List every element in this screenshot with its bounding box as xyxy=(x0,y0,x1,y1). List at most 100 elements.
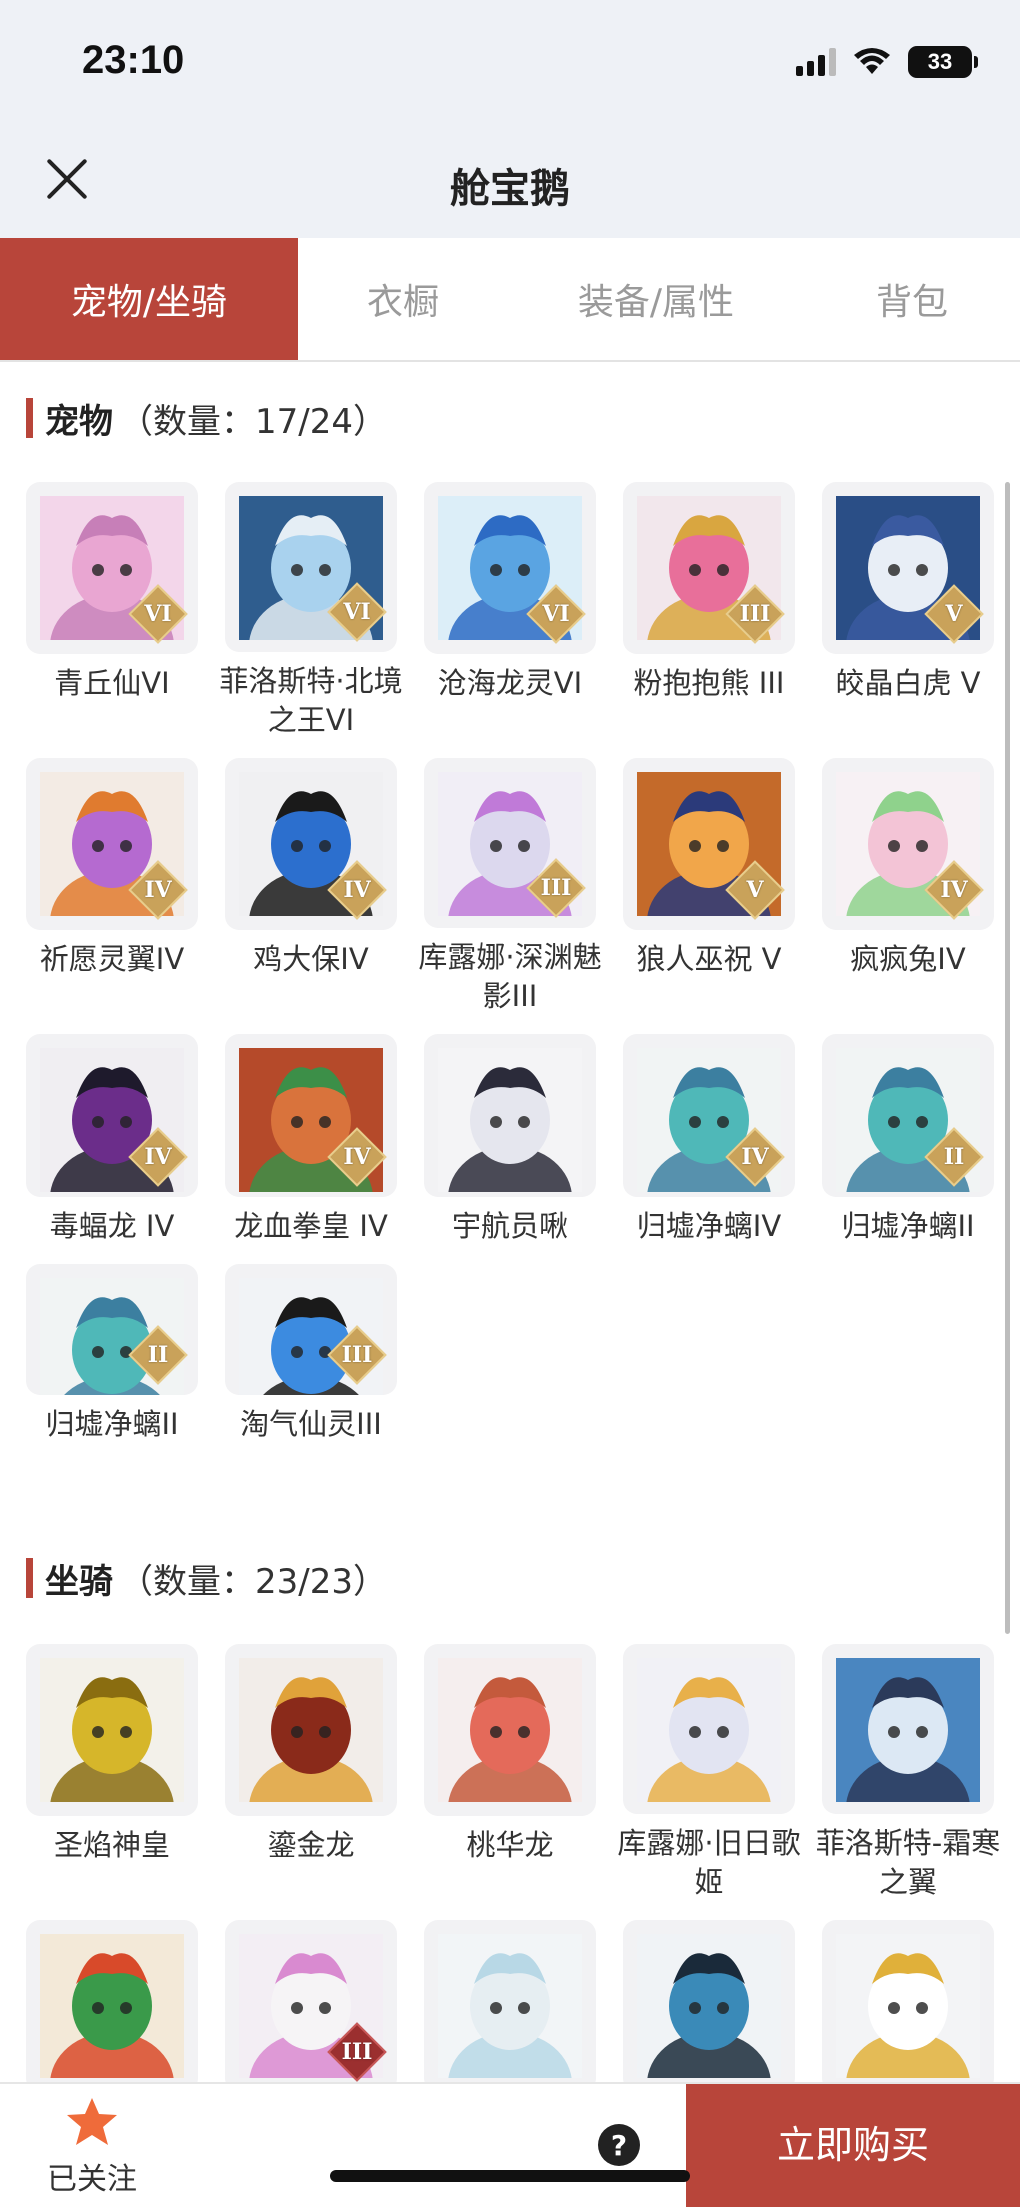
follow-label: 已关注 xyxy=(47,2162,137,2197)
pet-item[interactable]: IV 鸡大保IV xyxy=(225,758,397,1016)
level-badge: VI xyxy=(132,588,184,640)
tab-backpack[interactable]: 背包 xyxy=(804,238,1020,360)
help-icon[interactable]: ? xyxy=(598,2124,640,2166)
page-title: 舱宝鹅 xyxy=(450,166,570,212)
pet-item[interactable]: III 库露娜·深渊魅影III xyxy=(418,758,602,1016)
mount-thumbnail xyxy=(822,1920,994,2082)
content-scroll-area[interactable]: 宠物 （数量：17/24） VI 青丘仙VI VI 菲洛斯特·北境之王VI VI 沧海… xyxy=(0,362,1020,2082)
pet-name: 粉抱抱熊 III xyxy=(633,666,785,700)
pet-item[interactable]: II 归墟净螭II xyxy=(26,1264,198,1444)
pet-name: 皎晶白虎 V xyxy=(835,666,981,700)
level-badge-text: IV xyxy=(940,877,968,903)
buy-now-button[interactable]: 立即购买 xyxy=(686,2084,1020,2207)
mount-item[interactable]: III xyxy=(225,1920,397,2082)
mount-item[interactable]: 鎏金龙 xyxy=(225,1644,397,1902)
mount-thumbnail xyxy=(225,1644,397,1816)
pet-item[interactable]: 宇航员啾 xyxy=(424,1034,596,1246)
level-badge: III xyxy=(729,588,781,640)
section-accent-bar xyxy=(26,398,33,438)
pet-name: 库露娜·深渊魅影III xyxy=(418,940,602,1013)
battery-icon: 33 xyxy=(908,46,978,78)
pet-thumbnail: II xyxy=(26,1264,198,1395)
pet-name: 沧海龙灵VI xyxy=(437,666,583,700)
level-badge: IV xyxy=(132,864,184,916)
mount-item[interactable]: 桃华龙 xyxy=(424,1644,596,1902)
pet-item[interactable]: VI 沧海龙灵VI xyxy=(424,482,596,740)
pet-name: 疯疯兔IV xyxy=(850,942,966,976)
white-swan-portrait xyxy=(836,1934,980,2078)
pet-item[interactable]: IV 祈愿灵翼IV xyxy=(26,758,198,1016)
level-badge-text: VI xyxy=(144,601,172,627)
pet-name: 归墟净螭II xyxy=(841,1209,975,1243)
pet-thumbnail: IV xyxy=(225,758,397,930)
mount-thumbnail: III xyxy=(225,1920,397,2082)
pet-item[interactable]: VI 青丘仙VI xyxy=(26,482,198,740)
tab-pets-mounts[interactable]: 宠物/坐骑 xyxy=(0,238,298,360)
pets-section-title: 宠物 xyxy=(45,401,113,442)
tab-equipment[interactable]: 装备/属性 xyxy=(508,238,804,360)
mount-name: 桃华龙 xyxy=(466,1828,554,1862)
level-badge: III xyxy=(331,1329,383,1381)
pet-thumbnail: VI xyxy=(424,482,596,654)
level-badge-text: VI xyxy=(542,601,570,627)
mount-thumbnail xyxy=(822,1644,994,1814)
peach-dragon-portrait xyxy=(438,1658,582,1802)
pet-item[interactable]: II 归墟净螭II xyxy=(822,1034,994,1246)
level-badge: IV xyxy=(132,1131,184,1183)
level-badge: II xyxy=(928,1131,980,1183)
pet-item[interactable]: IV 疯疯兔IV xyxy=(822,758,994,1016)
pet-thumbnail: III xyxy=(424,758,596,928)
level-badge: III xyxy=(331,2026,383,2078)
mounts-grid: 圣焰神皇 鎏金龙 桃华龙 库露娜·旧日歌姬 菲洛斯特-霜寒之翼 III xyxy=(26,1644,1000,2082)
star-icon xyxy=(67,2098,117,2145)
pet-item[interactable]: V 狼人巫祝 V xyxy=(623,758,795,1016)
mounts-section-count: （数量：23/23） xyxy=(119,1561,387,1602)
mount-item[interactable] xyxy=(424,1920,596,2082)
level-badge-text: III xyxy=(341,2039,373,2065)
mount-name: 圣焰神皇 xyxy=(53,1828,170,1862)
level-badge: IV xyxy=(331,1131,383,1183)
mount-thumbnail xyxy=(623,1644,795,1814)
mount-item[interactable] xyxy=(26,1920,198,2082)
level-badge-text: III xyxy=(739,601,771,627)
tab-wardrobe[interactable]: 衣橱 xyxy=(298,238,508,360)
mount-item[interactable] xyxy=(822,1920,994,2082)
pet-thumbnail: III xyxy=(225,1264,397,1395)
mount-item[interactable]: 圣焰神皇 xyxy=(26,1644,198,1902)
pet-item[interactable]: IV 毒蝠龙 IV xyxy=(26,1034,198,1246)
mount-name: 库露娜·旧日歌姬 xyxy=(617,1826,801,1899)
tab-bar: 宠物/坐骑 衣橱 装备/属性 背包 xyxy=(0,238,1020,362)
wifi-icon xyxy=(854,48,890,74)
frost-wing-portrait xyxy=(836,1658,980,1802)
section-accent-bar xyxy=(26,1558,33,1598)
mount-item[interactable]: 库露娜·旧日歌姬 xyxy=(617,1644,801,1902)
pet-item[interactable]: IV 归墟净螭IV xyxy=(623,1034,795,1246)
follow-button[interactable]: 已关注 xyxy=(40,2096,144,2198)
scrollbar[interactable] xyxy=(1005,482,1010,1634)
pet-thumbnail: IV xyxy=(26,758,198,930)
astronaut-portrait xyxy=(438,1048,582,1192)
pet-item[interactable]: V 皎晶白虎 V xyxy=(822,482,994,740)
pet-item[interactable]: IV 龙血拳皇 IV xyxy=(225,1034,397,1246)
level-badge: IV xyxy=(331,864,383,916)
mounts-section-header: 坐骑 （数量：23/23） xyxy=(26,1556,387,1602)
level-badge-text: VI xyxy=(343,599,371,625)
level-badge-text: IV xyxy=(741,1144,769,1170)
mount-item[interactable]: 菲洛斯特-霜寒之翼 xyxy=(816,1644,1000,1902)
mount-name: 鎏金龙 xyxy=(267,1828,355,1862)
pet-item[interactable]: III 粉抱抱熊 III xyxy=(623,482,795,740)
pet-item[interactable]: VI 菲洛斯特·北境之王VI xyxy=(219,482,403,740)
level-badge-text: II xyxy=(147,1342,169,1368)
pets-section-count: （数量：17/24） xyxy=(119,401,387,442)
pet-item[interactable]: III 淘气仙灵III xyxy=(225,1264,397,1444)
mount-thumbnail xyxy=(26,1920,198,2082)
pet-thumbnail: VI xyxy=(225,482,397,652)
mount-name: 菲洛斯特-霜寒之翼 xyxy=(815,1826,1001,1899)
pet-name: 狼人巫祝 V xyxy=(636,942,782,976)
pet-name: 宇航员啾 xyxy=(451,1209,568,1243)
pet-name: 鸡大保IV xyxy=(253,942,369,976)
level-badge: IV xyxy=(928,864,980,916)
level-badge: V xyxy=(729,864,781,916)
title-bar: 舱宝鹅 xyxy=(0,120,1020,238)
mount-item[interactable] xyxy=(623,1920,795,2082)
